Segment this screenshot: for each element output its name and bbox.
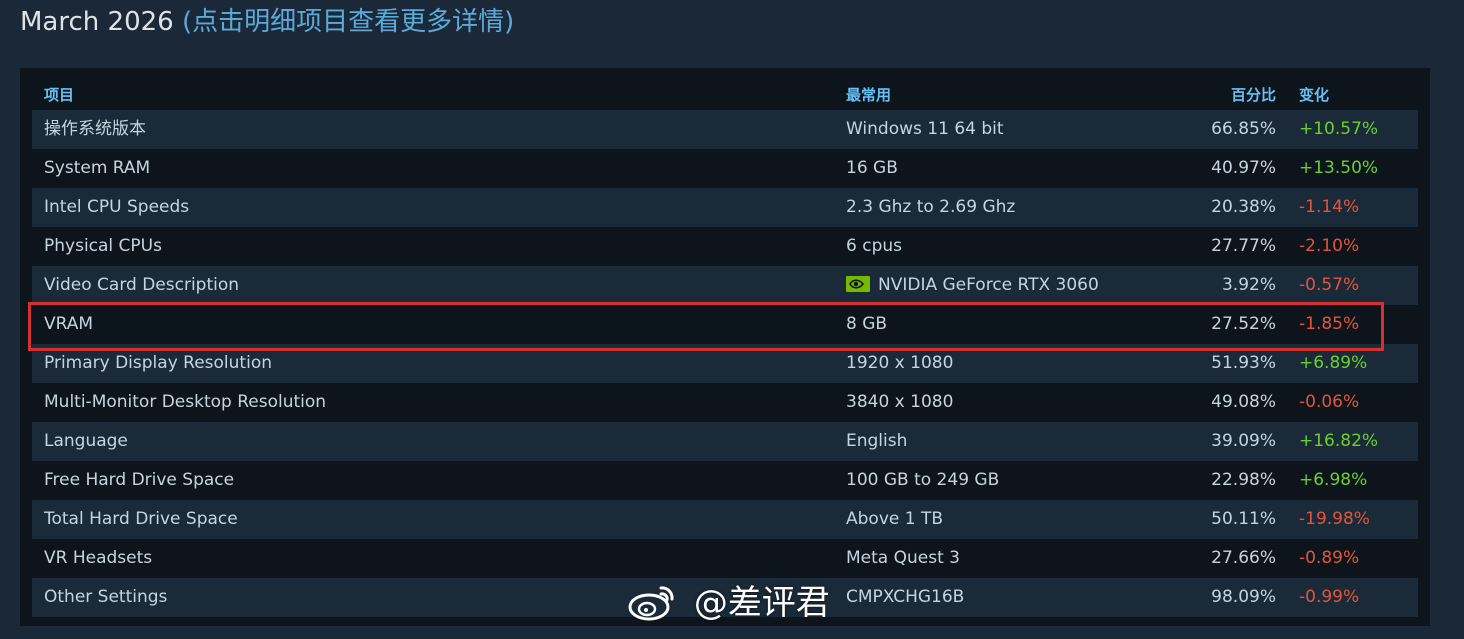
row-percent: 27.77% xyxy=(1211,236,1276,256)
row-item-name[interactable]: Primary Display Resolution xyxy=(44,344,272,383)
table-header: 项目 最常用 百分比 变化 xyxy=(32,80,1418,110)
row-most-common-value: 3840 x 1080 xyxy=(846,392,954,412)
table-row[interactable]: VR Headsets Meta Quest 3 27.66% -0.89% xyxy=(32,539,1418,578)
table-body: 操作系统版本 Windows 11 64 bit 66.85% +10.57% Syst… xyxy=(32,110,1418,617)
page-title-hint: (点击明细项目查看更多详情) xyxy=(181,7,515,37)
row-change: -1.85% xyxy=(1299,314,1360,334)
table-row[interactable]: Primary Display Resolution 1920 x 1080 51.… xyxy=(32,344,1418,383)
table-row[interactable]: 操作系统版本 Windows 11 64 bit 66.85% +10.57% xyxy=(32,110,1418,149)
row-item-name[interactable]: Free Hard Drive Space xyxy=(44,461,234,500)
row-item-name[interactable]: Other Settings xyxy=(44,578,167,617)
row-change: -0.99% xyxy=(1299,587,1360,607)
table-row[interactable]: Video Card Description NVIDIA GeForce RTX… xyxy=(32,266,1418,305)
row-most-common: NVIDIA GeForce RTX 3060 xyxy=(846,266,1099,305)
table-row[interactable]: Total Hard Drive Space Above 1 TB 50.11% -1… xyxy=(32,500,1418,539)
row-most-common: 8 GB xyxy=(846,305,887,344)
row-change: +16.82% xyxy=(1299,431,1379,451)
row-percent: 39.09% xyxy=(1211,431,1276,451)
row-most-common-value: 8 GB xyxy=(846,314,888,334)
watermark: @差评君 xyxy=(627,580,830,626)
table-row[interactable]: System RAM 16 GB 40.97% +13.50% xyxy=(32,149,1418,188)
row-most-common-value: 1920 x 1080 xyxy=(846,353,954,373)
row-change: +13.50% xyxy=(1299,158,1379,178)
table-row[interactable]: VRAM 8 GB 27.52% -1.85% xyxy=(32,305,1418,344)
row-most-common: 6 cpus xyxy=(846,227,902,266)
row-change: +10.57% xyxy=(1299,119,1379,139)
row-most-common-value: Above 1 TB xyxy=(846,509,944,529)
row-most-common: 1920 x 1080 xyxy=(846,344,953,383)
row-most-common: Windows 11 64 bit xyxy=(846,110,1004,149)
row-percent: 51.93% xyxy=(1211,353,1276,373)
weibo-icon xyxy=(628,586,674,621)
row-item-name[interactable]: Video Card Description xyxy=(44,266,239,305)
row-most-common-value: NVIDIA GeForce RTX 3060 xyxy=(878,275,1099,295)
row-change: -19.98% xyxy=(1299,509,1370,529)
row-percent: 27.66% xyxy=(1211,548,1276,568)
row-item-name[interactable]: Intel CPU Speeds xyxy=(44,188,189,227)
header-change: 变化 xyxy=(1299,86,1330,104)
header-item: 项目 xyxy=(44,86,75,104)
row-most-common-value: 100 GB to 249 GB xyxy=(846,470,1000,490)
nvidia-logo-icon xyxy=(846,276,870,292)
header-percent: 百分比 xyxy=(1230,86,1276,104)
row-percent: 22.98% xyxy=(1211,470,1276,490)
table-row[interactable]: Free Hard Drive Space 100 GB to 249 GB 22.… xyxy=(32,461,1418,500)
row-item-name[interactable]: 操作系统版本 xyxy=(44,110,146,149)
row-most-common: 3840 x 1080 xyxy=(846,383,953,422)
page-title-month: March 2026 xyxy=(20,7,174,37)
row-percent: 49.08% xyxy=(1211,392,1276,412)
row-percent: 3.92% xyxy=(1221,275,1276,295)
row-change: -0.57% xyxy=(1299,275,1360,295)
row-most-common: CMPXCHG16B xyxy=(846,578,964,617)
row-most-common: 2.3 Ghz to 2.69 Ghz xyxy=(846,188,1015,227)
row-item-name[interactable]: System RAM xyxy=(44,149,150,188)
row-most-common: English xyxy=(846,422,907,461)
row-most-common-value: CMPXCHG16B xyxy=(846,587,965,607)
row-percent: 20.38% xyxy=(1211,197,1276,217)
row-most-common-value: English xyxy=(846,431,908,451)
row-percent: 66.85% xyxy=(1211,119,1276,139)
row-change: -0.06% xyxy=(1299,392,1360,412)
table-row[interactable]: Language English 39.09% +16.82% xyxy=(32,422,1418,461)
row-item-name[interactable]: Total Hard Drive Space xyxy=(44,500,238,539)
row-most-common: 100 GB to 249 GB xyxy=(846,461,999,500)
row-item-name[interactable]: Multi-Monitor Desktop Resolution xyxy=(44,383,326,422)
row-item-name[interactable]: VRAM xyxy=(44,305,93,344)
row-change: -1.14% xyxy=(1299,197,1360,217)
page-title: March 2026 (点击明细项目查看更多详情) xyxy=(20,4,514,40)
row-most-common-value: 2.3 Ghz to 2.69 Ghz xyxy=(846,197,1016,217)
table-row[interactable]: Physical CPUs 6 cpus 27.77% -2.10% xyxy=(32,227,1418,266)
row-change: +6.98% xyxy=(1299,470,1368,490)
row-most-common-value: Meta Quest 3 xyxy=(846,548,960,568)
row-most-common-value: 6 cpus xyxy=(846,236,902,256)
row-most-common: Above 1 TB xyxy=(846,500,943,539)
row-item-name[interactable]: VR Headsets xyxy=(44,539,152,578)
row-most-common-value: 16 GB xyxy=(846,158,898,178)
row-percent: 98.09% xyxy=(1211,587,1276,607)
hardware-survey-table: 项目 最常用 百分比 变化 操作系统版本 Windows 11 64 bit 66.… xyxy=(20,68,1430,626)
row-most-common: 16 GB xyxy=(846,149,898,188)
row-item-name[interactable]: Physical CPUs xyxy=(44,227,162,266)
row-change: -2.10% xyxy=(1299,236,1360,256)
header-most-common: 最常用 xyxy=(846,86,892,104)
watermark-text: @差评君 xyxy=(693,583,830,623)
row-item-name[interactable]: Language xyxy=(44,422,128,461)
row-percent: 40.97% xyxy=(1211,158,1276,178)
row-most-common: Meta Quest 3 xyxy=(846,539,960,578)
row-percent: 50.11% xyxy=(1211,509,1276,529)
row-change: +6.89% xyxy=(1299,353,1368,373)
row-change: -0.89% xyxy=(1299,548,1360,568)
table-row[interactable]: Multi-Monitor Desktop Resolution 3840 x 1… xyxy=(32,383,1418,422)
row-percent: 27.52% xyxy=(1211,314,1276,334)
row-most-common-value: Windows 11 64 bit xyxy=(846,119,1004,139)
table-row[interactable]: Intel CPU Speeds 2.3 Ghz to 2.69 Ghz 20.38… xyxy=(32,188,1418,227)
